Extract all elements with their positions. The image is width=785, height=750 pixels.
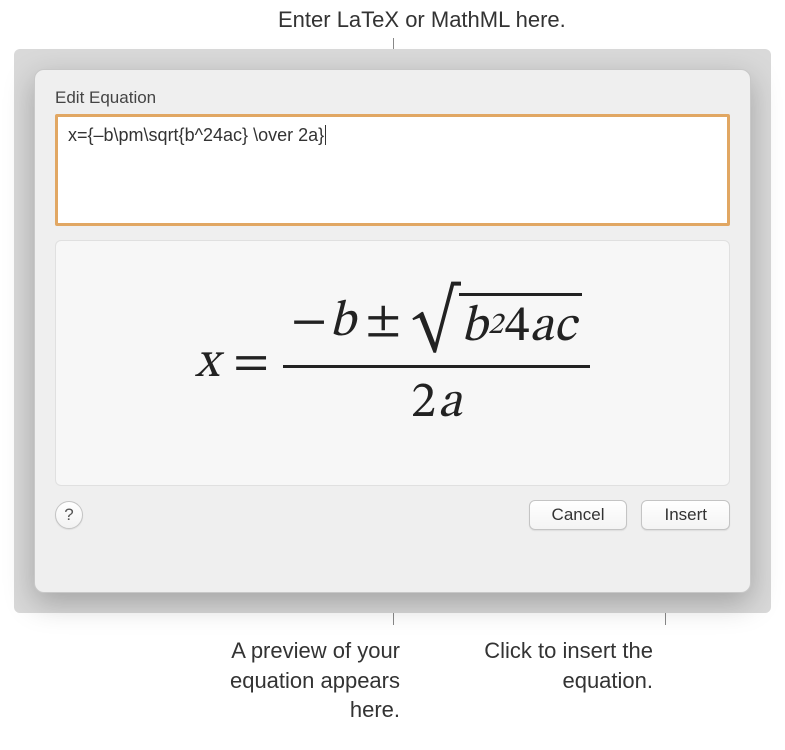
insert-button[interactable]: Insert xyxy=(641,500,730,530)
eq-var-x: x xyxy=(195,332,219,395)
equation-input[interactable]: x={–b\pm\sqrt{b^24ac} \over 2a} xyxy=(55,114,730,226)
help-button[interactable]: ? xyxy=(55,501,83,529)
eq-var-c: c xyxy=(554,296,576,359)
cancel-button[interactable]: Cancel xyxy=(529,500,628,530)
eq-superscript-2: 2 xyxy=(488,307,503,345)
rendered-equation: x = − b ± √ b 2 4 a c xyxy=(195,289,590,437)
eq-var-b: b xyxy=(329,291,355,354)
edit-equation-dialog: Edit Equation x={–b\pm\sqrt{b^24ac} \ove… xyxy=(34,69,751,593)
equation-preview: x = − b ± √ b 2 4 a c xyxy=(55,240,730,486)
eq-plusminus: ± xyxy=(365,291,401,354)
eq-numerator: − b ± √ b 2 4 a c xyxy=(283,289,590,365)
text-cursor xyxy=(325,125,326,145)
eq-sqrt: √ b 2 4 a c xyxy=(411,293,582,359)
radical-icon: √ xyxy=(411,295,459,361)
eq-num-4: 4 xyxy=(505,296,530,359)
eq-num-2: 2 xyxy=(411,372,436,435)
eq-radicand: b 2 4 a c xyxy=(459,293,582,359)
equation-input-text: x={–b\pm\sqrt{b^24ac} \over 2a} xyxy=(68,125,324,145)
eq-denominator: 2 a xyxy=(283,365,590,437)
callout-insert-hint: Click to insert the equation. xyxy=(478,636,653,695)
callout-input-hint: Enter LaTeX or MathML here. xyxy=(278,5,566,35)
callout-preview-hint: A preview of your equation appears here. xyxy=(205,636,400,725)
dialog-title: Edit Equation xyxy=(55,88,730,108)
eq-equals: = xyxy=(233,332,269,395)
dialog-button-row: ? Cancel Insert xyxy=(55,500,730,530)
eq-var-b2: b xyxy=(461,296,487,359)
eq-fraction: − b ± √ b 2 4 a c 2 xyxy=(283,289,590,437)
eq-minus: − xyxy=(291,291,327,354)
eq-var-a: a xyxy=(530,296,554,359)
help-icon: ? xyxy=(64,505,73,525)
eq-var-a2: a xyxy=(438,372,462,435)
